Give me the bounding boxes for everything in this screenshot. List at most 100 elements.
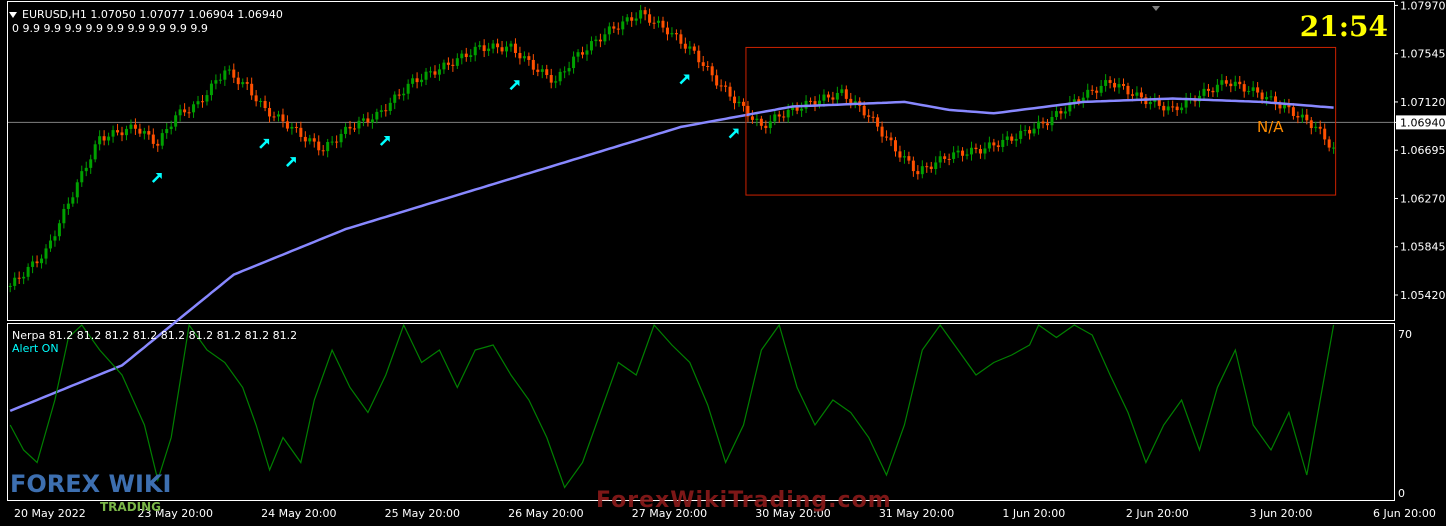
- candle-body: [151, 134, 155, 144]
- main-chart-frame: [7, 1, 1395, 321]
- price-label: 1.05420: [1400, 289, 1446, 302]
- candle-body: [952, 152, 956, 159]
- candle-body: [200, 101, 204, 103]
- candle-body: [263, 100, 267, 109]
- candle-body: [974, 147, 978, 150]
- candle-body: [317, 141, 321, 151]
- candle-body: [276, 114, 280, 117]
- candle-body: [464, 53, 468, 58]
- candle-body: [840, 89, 844, 93]
- candle-body: [1332, 147, 1336, 149]
- candle-body: [1059, 111, 1063, 114]
- candle-body: [867, 115, 871, 117]
- candle-body: [648, 14, 652, 23]
- candle-body: [1224, 80, 1228, 84]
- candle-body: [572, 56, 576, 69]
- candle-body: [1318, 126, 1322, 129]
- candle-body: [871, 116, 875, 118]
- candle-body: [661, 20, 665, 28]
- candle-body: [1215, 84, 1219, 93]
- candle-body: [1090, 89, 1094, 91]
- candle-body: [996, 145, 1000, 147]
- candle-body: [361, 118, 365, 121]
- price-label: 1.07120: [1400, 96, 1446, 109]
- time-label: 1 Jun 20:00: [1002, 507, 1065, 520]
- candle-body: [1148, 101, 1152, 105]
- candle-body: [478, 45, 482, 47]
- candle-body: [545, 69, 549, 76]
- candle-body: [1229, 83, 1233, 87]
- logo: FOREX WIKI: [10, 470, 172, 498]
- candle-body: [652, 22, 656, 24]
- candle-body: [335, 141, 339, 143]
- candle-body: [777, 114, 781, 117]
- candle-body: [312, 138, 316, 142]
- candle-body: [876, 117, 880, 127]
- nerpa-oscillator-line: [9, 323, 1335, 489]
- candle-body: [487, 48, 491, 52]
- symbol-dropdown-icon[interactable]: [9, 12, 17, 18]
- candle-body: [1014, 138, 1018, 141]
- candle-body: [902, 156, 906, 158]
- candle-body: [397, 94, 401, 96]
- candle-body: [500, 47, 504, 52]
- candle-body: [607, 26, 611, 35]
- candle-body: [1238, 81, 1242, 85]
- candle-body: [272, 116, 276, 118]
- candle-body: [393, 94, 397, 103]
- candle-body: [1300, 114, 1304, 118]
- candle-body: [1108, 80, 1112, 83]
- candle-body: [93, 144, 97, 160]
- candle-body: [1050, 116, 1054, 126]
- candle-body: [223, 70, 227, 80]
- candle-body: [411, 78, 415, 84]
- candle-body: [822, 94, 826, 101]
- candle-body: [688, 46, 692, 49]
- candle-body: [491, 43, 495, 49]
- candle-body: [388, 102, 392, 111]
- candle-body: [1139, 92, 1143, 98]
- candle-body: [589, 41, 593, 51]
- candle-body: [719, 85, 723, 87]
- candle-body: [290, 126, 294, 129]
- candle-body: [107, 136, 111, 141]
- candle-body: [22, 276, 26, 279]
- candle-body: [1314, 126, 1318, 129]
- logo-sub: TRADING: [100, 500, 162, 514]
- candle-body: [1162, 105, 1166, 111]
- candle-body: [1291, 107, 1295, 116]
- candle-body: [710, 66, 714, 76]
- candle-body: [634, 18, 638, 21]
- candle-body: [1157, 99, 1161, 106]
- candle-body: [129, 124, 133, 129]
- candle-body: [1028, 129, 1032, 134]
- candle-body: [943, 156, 947, 159]
- candle-body: [1265, 97, 1269, 100]
- candle-body: [1113, 82, 1117, 88]
- candle-body: [254, 95, 258, 102]
- candle-body: [451, 64, 455, 66]
- candle-body: [741, 101, 745, 106]
- candle-body: [1184, 99, 1188, 108]
- candle-body: [415, 78, 419, 83]
- candle-body: [44, 248, 48, 259]
- candle-body: [679, 34, 683, 44]
- candle-body: [357, 120, 361, 129]
- candle-body: [209, 83, 213, 96]
- chart-canvas: 1.07970 1.07545 1.07120 1.06940 1.06695 1.062…: [7, 0, 1446, 520]
- candle-body: [862, 105, 866, 116]
- candle-body: [111, 130, 115, 137]
- candle-body: [402, 93, 406, 96]
- price-label: 1.05845: [1400, 241, 1446, 254]
- candle-body: [75, 182, 79, 198]
- candle-body: [48, 240, 52, 249]
- candle-body: [160, 133, 164, 146]
- candle-body: [31, 261, 35, 267]
- candle-body: [192, 104, 196, 113]
- candle-body: [880, 126, 884, 137]
- time-label: 20 May 2022: [14, 507, 86, 520]
- candle-body: [983, 148, 987, 154]
- alert-status: Alert ON: [12, 342, 59, 355]
- candle-body: [692, 46, 696, 51]
- candle-body: [473, 46, 477, 56]
